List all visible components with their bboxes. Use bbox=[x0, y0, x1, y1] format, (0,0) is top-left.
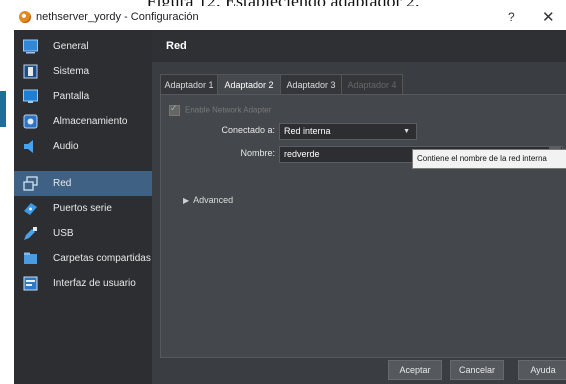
name-label: Nombre: bbox=[240, 148, 275, 158]
selection-accent-strip bbox=[0, 91, 6, 127]
sidebar-item-label: General bbox=[53, 41, 89, 52]
tab-adaptador-1[interactable]: Adaptador 1 bbox=[160, 74, 218, 95]
sidebar-item-audio[interactable]: Audio bbox=[14, 134, 152, 159]
window-title: nethserver_yordy - Configuración bbox=[36, 11, 199, 23]
title-bar: nethserver_yordy - Configuración ? ✕ bbox=[14, 6, 566, 30]
sidebar-item-general[interactable]: General bbox=[14, 34, 152, 59]
settings-content: Red Adaptador 1 Adaptador 2 Adaptador 3 … bbox=[152, 30, 566, 384]
virtualbox-icon bbox=[19, 11, 31, 23]
sidebar: General Sistema Pantalla Almacenamiento … bbox=[14, 30, 153, 384]
close-icon[interactable]: ✕ bbox=[542, 8, 555, 26]
sidebar-item-red[interactable]: Red bbox=[14, 171, 152, 196]
connected-to-select[interactable]: Red interna ▼ bbox=[279, 123, 417, 140]
sidebar-item-label: Red bbox=[53, 178, 72, 189]
display-icon bbox=[23, 89, 38, 104]
sidebar-item-almacenamiento[interactable]: Almacenamiento bbox=[14, 109, 152, 134]
connected-to-label: Conectado a: bbox=[221, 125, 275, 135]
checkbox-icon bbox=[169, 103, 180, 116]
sidebar-item-puertos-serie[interactable]: Puertos serie bbox=[14, 196, 152, 221]
name-value: redverde bbox=[284, 149, 320, 159]
user-interface-icon bbox=[23, 276, 38, 291]
advanced-toggle[interactable]: ▶ Advanced bbox=[183, 195, 233, 205]
audio-icon bbox=[23, 139, 38, 154]
sidebar-item-label: Sistema bbox=[53, 66, 90, 77]
sidebar-item-label: Interfaz de usuario bbox=[53, 278, 136, 289]
connected-to-value: Red interna bbox=[284, 126, 331, 136]
advanced-label: Advanced bbox=[193, 195, 234, 205]
general-icon bbox=[23, 39, 38, 54]
cancel-button[interactable]: Cancelar bbox=[450, 360, 504, 380]
network-icon bbox=[23, 176, 38, 191]
enable-adapter-checkbox[interactable]: Enable Network Adapter bbox=[169, 103, 272, 116]
sidebar-item-interfaz-de-usuario[interactable]: Interfaz de usuario bbox=[14, 271, 152, 296]
expand-arrow-icon: ▶ bbox=[183, 196, 190, 205]
storage-icon bbox=[23, 114, 38, 129]
sidebar-item-label: Pantalla bbox=[53, 91, 90, 102]
system-icon bbox=[23, 64, 38, 79]
sidebar-item-label: Almacenamiento bbox=[53, 116, 128, 127]
sidebar-item-carpetas-compartidas[interactable]: Carpetas compartidas bbox=[14, 246, 152, 271]
sidebar-item-sistema[interactable]: Sistema bbox=[14, 59, 152, 84]
adapter-panel: Enable Network Adapter Conectado a: Red … bbox=[160, 94, 566, 358]
sidebar-item-label: Audio bbox=[53, 141, 79, 152]
help-button[interactable]: Ayuda bbox=[518, 360, 566, 380]
tooltip: Contiene el nombre de la red interna bbox=[412, 149, 566, 169]
tab-adaptador-4[interactable]: Adaptador 4 bbox=[341, 74, 403, 95]
help-icon[interactable]: ? bbox=[508, 10, 515, 24]
serial-ports-icon bbox=[23, 201, 38, 216]
sidebar-item-label: Puertos serie bbox=[53, 203, 112, 214]
ok-button[interactable]: Aceptar bbox=[388, 360, 442, 380]
usb-icon bbox=[23, 226, 38, 241]
page-title: Red bbox=[166, 40, 187, 52]
sidebar-item-label: USB bbox=[53, 228, 74, 239]
sidebar-item-pantalla[interactable]: Pantalla bbox=[14, 84, 152, 109]
enable-adapter-label: Enable Network Adapter bbox=[185, 105, 272, 115]
sidebar-item-label: Carpetas compartidas bbox=[53, 253, 151, 264]
tab-adaptador-2[interactable]: Adaptador 2 bbox=[217, 74, 281, 96]
tab-adaptador-3[interactable]: Adaptador 3 bbox=[280, 74, 342, 95]
sidebar-item-usb[interactable]: USB bbox=[14, 221, 152, 246]
section-header: Red bbox=[152, 30, 566, 62]
settings-window: nethserver_yordy - Configuración ? ✕ Gen… bbox=[14, 6, 566, 384]
chevron-down-icon: ▼ bbox=[403, 128, 410, 135]
shared-folders-icon bbox=[23, 251, 38, 266]
